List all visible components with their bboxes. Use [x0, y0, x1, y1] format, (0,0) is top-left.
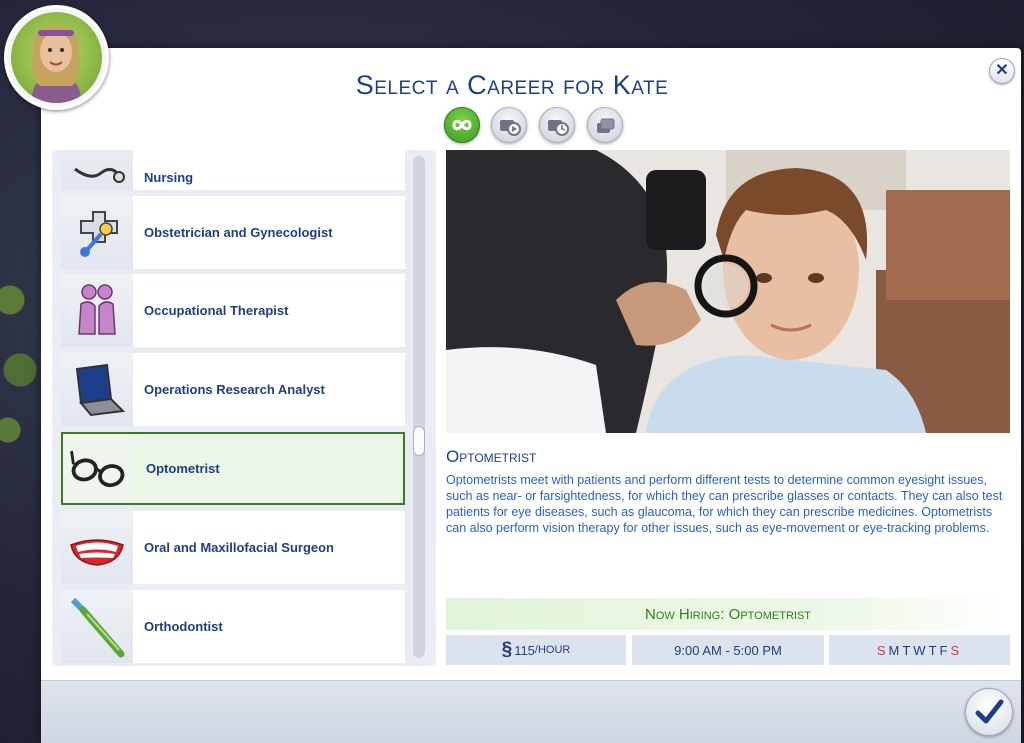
baby-rattle-icon [80, 211, 118, 257]
list-item-operations-research-analyst[interactable]: Operations Research Analyst [61, 353, 405, 426]
weekday-letter: F [939, 642, 949, 658]
scrollbar-thumb[interactable] [413, 426, 425, 456]
filter-odd-jobs-button[interactable] [539, 107, 575, 143]
list-item-obstetrician[interactable]: Obstetrician and Gynecologist [61, 196, 405, 269]
close-button[interactable]: ✕ [989, 58, 1015, 84]
dialog-footer [41, 680, 1021, 743]
list-item-occupational-therapist[interactable]: Occupational Therapist [61, 274, 405, 347]
list-item-label: Occupational Therapist [144, 302, 289, 318]
confirm-button[interactable] [965, 688, 1013, 736]
career-description: Optometrists meet with patients and perf… [446, 473, 1003, 535]
work-days: SMTWTFS [829, 635, 1010, 665]
sim-avatar [4, 5, 109, 110]
filter-part-time-button[interactable] [491, 107, 527, 143]
sim-portrait-icon [31, 25, 82, 103]
work-hours: 9:00 AM - 5:00 PM [632, 635, 824, 665]
infinity-icon [452, 119, 472, 131]
weekday-letter: W [913, 642, 927, 658]
filter-full-time-button[interactable] [444, 107, 480, 143]
list-item-label: Orthodontist [144, 618, 223, 634]
now-hiring-banner: Now Hiring: Optometrist [446, 598, 1010, 630]
odd-job-icon [548, 120, 569, 136]
list-item-optometrist[interactable]: Optometrist [61, 432, 405, 505]
part-time-icon [500, 120, 521, 136]
filter-freelance-button[interactable] [587, 107, 623, 143]
glasses-icon [70, 450, 125, 488]
pay-rate: § 115 /HOUR [446, 635, 626, 665]
background-plant [0, 260, 40, 460]
people-icon [78, 284, 116, 335]
weekday-letter: S [876, 642, 887, 658]
list-item-label: Oral and Maxillofacial Surgeon [144, 539, 334, 555]
optometrist-photo-image [446, 150, 1010, 433]
list-item-nursing[interactable]: Nursing [61, 150, 405, 190]
career-photo [446, 150, 1010, 433]
laptop-icon [75, 363, 126, 417]
list-scrollbar[interactable] [413, 156, 425, 658]
career-list[interactable]: Nursing Obstetrician and Gynecologist Oc… [52, 150, 436, 666]
weekday-letter: M [888, 642, 901, 658]
list-item-label: Optometrist [146, 460, 220, 476]
work-days-list: SMTWTFS [877, 643, 962, 658]
weekday-letter: S [950, 642, 961, 658]
list-item-label: Operations Research Analyst [144, 381, 325, 397]
weekday-letter: T [928, 642, 938, 658]
simoleon-icon: § [501, 639, 513, 660]
list-item-orthodontist[interactable]: Orthodontist [61, 590, 405, 663]
career-name: Optometrist [446, 447, 537, 466]
pay-unit: /HOUR [534, 644, 571, 656]
list-item-label: Obstetrician and Gynecologist [144, 224, 333, 240]
list-item-oral-surgeon[interactable]: Oral and Maxillofacial Surgeon [61, 511, 405, 584]
freelance-icon [597, 118, 615, 133]
pay-amount: 115 [514, 642, 535, 658]
teeth-icon [70, 539, 124, 566]
stethoscope-icon [74, 167, 125, 183]
checkmark-icon [975, 699, 1004, 724]
dialog-title: Select a Career for Kate [355, 70, 669, 100]
list-item-label: Nursing [144, 170, 194, 185]
weekday-letter: T [902, 642, 912, 658]
toothbrush-icon [70, 597, 125, 658]
